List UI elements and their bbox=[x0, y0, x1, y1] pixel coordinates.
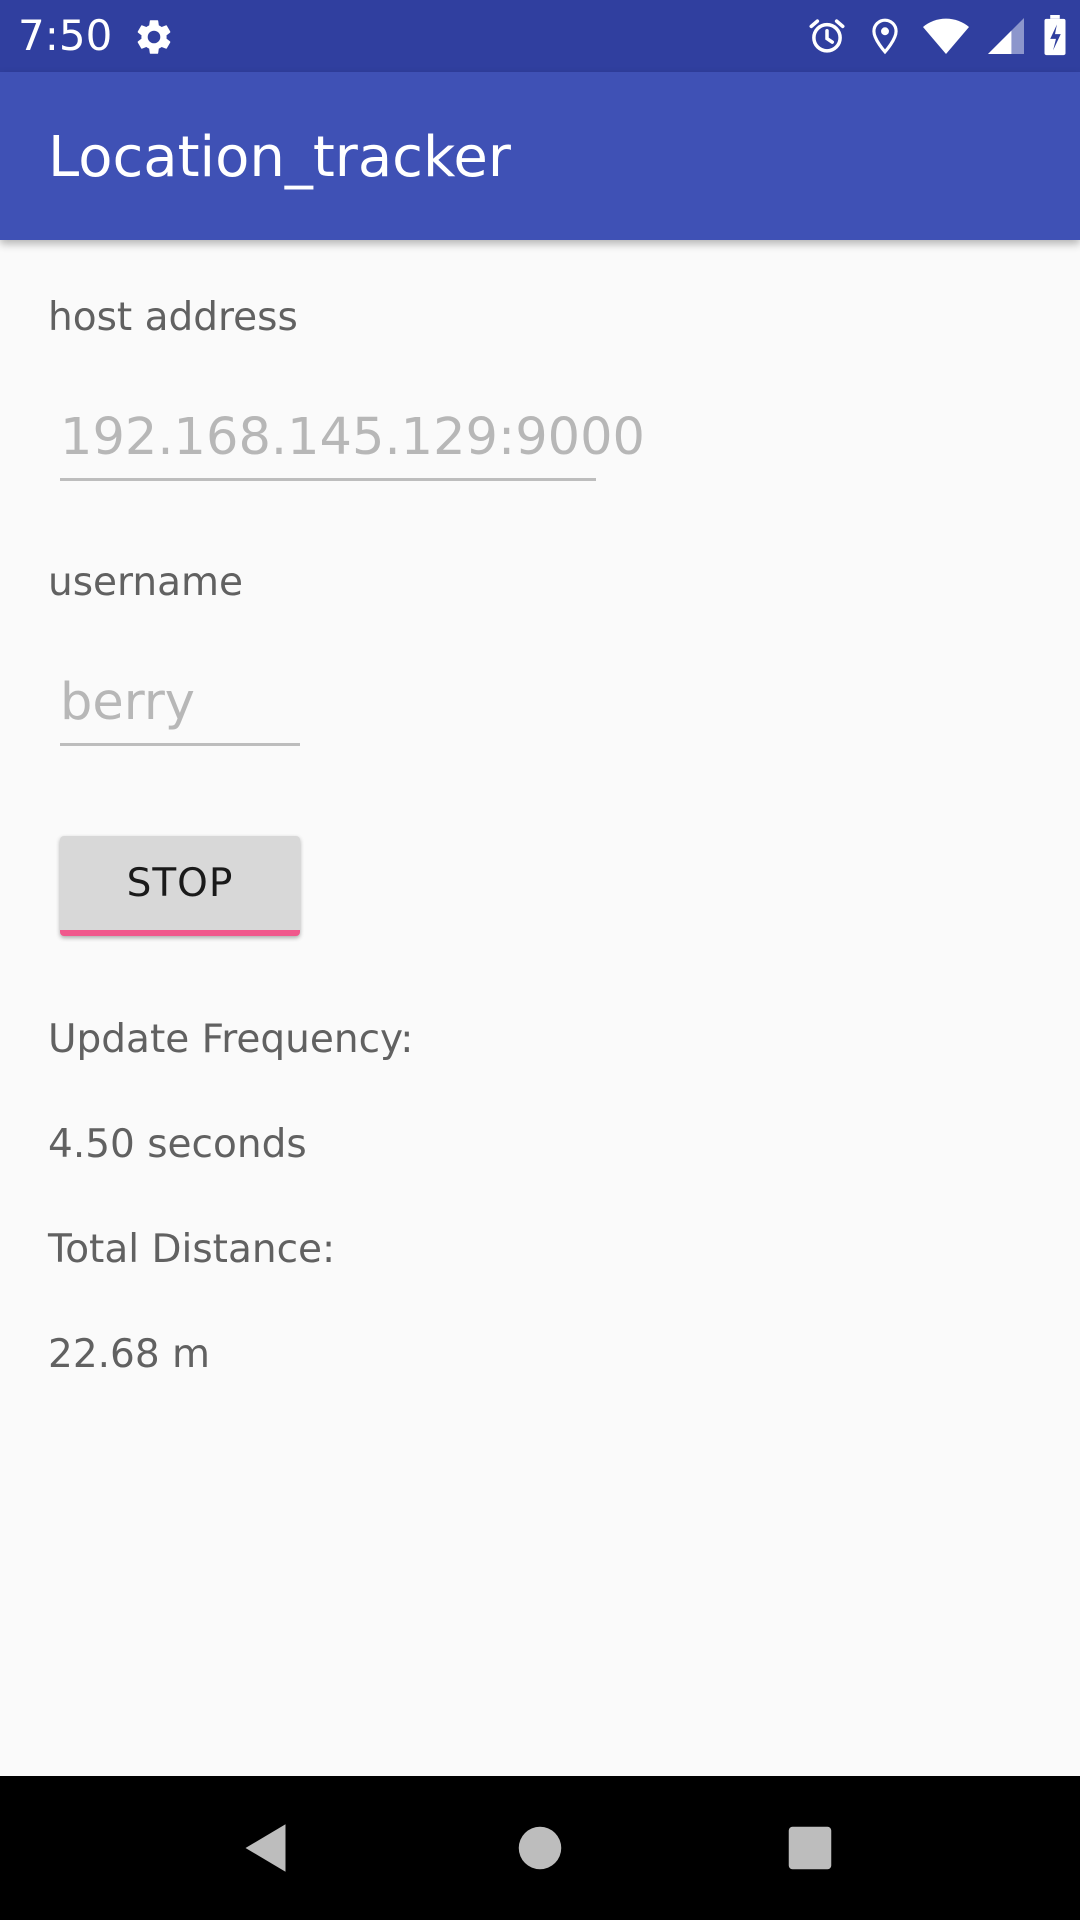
app-title: Location_tracker bbox=[48, 125, 511, 190]
location-pin-icon bbox=[872, 18, 898, 55]
username-field[interactable]: berry bbox=[60, 673, 300, 746]
gear-icon bbox=[137, 20, 171, 54]
host-address-field[interactable]: 192.168.145.129:9000 bbox=[60, 408, 645, 481]
username-label: username bbox=[48, 560, 243, 605]
update-frequency-value: 4.50 seconds bbox=[48, 1122, 307, 1167]
username-value: berry bbox=[60, 673, 195, 732]
battery-charging-icon bbox=[1044, 15, 1066, 56]
navigation-bar bbox=[0, 1776, 1080, 1920]
total-distance-value: 22.68 m bbox=[48, 1332, 211, 1377]
host-address-value: 192.168.145.129:9000 bbox=[60, 408, 645, 467]
stop-button[interactable]: STOP bbox=[60, 836, 300, 936]
home-icon[interactable] bbox=[510, 1818, 570, 1878]
status-icons bbox=[806, 14, 1068, 58]
update-frequency-label: Update Frequency: bbox=[48, 1017, 414, 1062]
wifi-icon bbox=[923, 18, 969, 55]
back-icon[interactable] bbox=[238, 1818, 298, 1878]
app-bar: Location_tracker bbox=[0, 72, 1080, 240]
status-time: 7:50 bbox=[18, 11, 113, 60]
signal-icon bbox=[988, 18, 1024, 54]
recents-icon[interactable] bbox=[780, 1818, 840, 1878]
status-bar: 7:50 bbox=[0, 0, 1080, 72]
alarm-icon bbox=[809, 19, 845, 53]
main-content: host address 192.168.145.129:9000 userna… bbox=[0, 240, 1080, 1776]
total-distance-label: Total Distance: bbox=[48, 1227, 336, 1272]
host-address-label: host address bbox=[48, 295, 298, 340]
